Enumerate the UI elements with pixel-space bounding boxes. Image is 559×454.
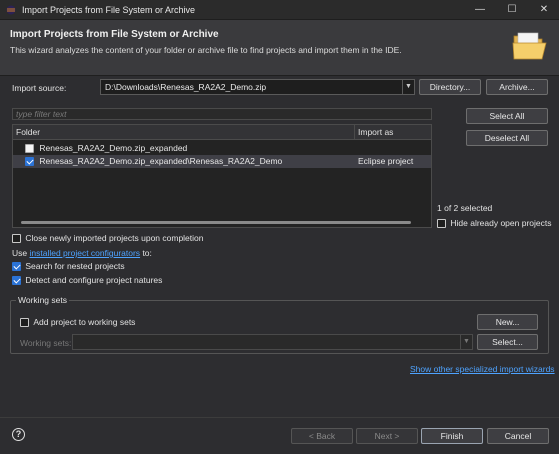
finish-button[interactable]: Finish [421,428,483,444]
detect-natures-option[interactable]: Detect and configure project natures [12,275,163,286]
close-button[interactable]: ✕ [529,0,559,20]
chevron-down-icon[interactable]: ▼ [402,80,414,94]
back-button[interactable]: < Back [291,428,353,444]
open-folder-icon [512,32,547,60]
select-all-button[interactable]: Select All [466,108,548,124]
working-sets-label: Working sets: [20,338,72,348]
hide-open-label: Hide already open projects [450,218,552,228]
hide-open-checkbox[interactable] [437,219,446,229]
chevron-down-icon[interactable]: ▼ [460,335,472,349]
cancel-button[interactable]: Cancel [487,428,549,444]
directory-button[interactable]: Directory... [419,79,481,95]
add-to-working-sets-label: Add project to working sets [33,317,136,327]
title-bar: Import Projects from File System or Arch… [0,0,559,20]
wizard-description: This wizard analyzes the content of your… [10,45,402,55]
row-checkbox[interactable] [25,157,34,167]
table-row[interactable]: Renesas_RA2A2_Demo.zip_expanded [13,142,355,155]
archive-button[interactable]: Archive... [486,79,548,95]
configurators-link[interactable]: installed project configurators [30,248,141,258]
wizard-header: Import Projects from File System or Arch… [0,20,559,76]
configurators-line: Use installed project configurators to: [12,248,152,258]
detect-natures-checkbox[interactable] [12,276,21,286]
row-folder: Renesas_RA2A2_Demo.zip_expanded [39,143,188,153]
close-imported-label: Close newly imported projects upon compl… [25,233,204,243]
deselect-all-button[interactable]: Deselect All [466,130,548,146]
selected-count: 1 of 2 selected [437,203,493,213]
wizard-title: Import Projects from File System or Arch… [10,29,219,40]
maximize-button[interactable]: ☐ [497,0,527,20]
footer-divider [0,417,559,418]
select-working-sets-button[interactable]: Select... [477,334,538,350]
working-sets-combo[interactable]: ▼ [72,334,473,350]
import-source-label: Import source: [12,83,67,93]
search-nested-checkbox[interactable] [12,262,21,272]
help-icon[interactable]: ? [12,428,25,441]
other-import-wizards-link[interactable]: Show other specialized import wizards [410,364,555,374]
use-suffix: to: [142,248,152,258]
horizontal-scrollbar[interactable] [21,221,411,224]
eclipse-app-icon [6,5,16,15]
row-checkbox[interactable] [25,144,34,154]
next-button[interactable]: Next > [356,428,418,444]
projects-table: Folder Import as Renesas_RA2A2_Demo.zip_… [12,124,432,228]
row-folder: Renesas_RA2A2_Demo.zip_expanded\Renesas_… [39,156,283,166]
add-to-working-sets-checkbox[interactable] [20,318,29,328]
minimize-button[interactable]: — [465,0,495,20]
new-working-set-button[interactable]: New... [477,314,538,330]
add-to-working-sets-option[interactable]: Add project to working sets [20,317,136,328]
row-import-as: Eclipse project [358,156,414,166]
filter-input[interactable]: type filter text [12,108,432,120]
import-source-value: D:\Downloads\Renesas_RA2A2_Demo.zip [105,82,267,92]
working-sets-title: Working sets [16,295,69,305]
search-nested-label: Search for nested projects [25,261,125,271]
window-title: Import Projects from File System or Arch… [22,5,196,15]
hide-open-option[interactable]: Hide already open projects [437,218,552,229]
close-imported-checkbox[interactable] [12,234,21,244]
close-imported-option[interactable]: Close newly imported projects upon compl… [12,233,204,244]
column-header-folder[interactable]: Folder [13,125,355,140]
use-prefix: Use [12,248,28,258]
import-source-combo[interactable]: D:\Downloads\Renesas_RA2A2_Demo.zip ▼ [100,79,415,95]
search-nested-option[interactable]: Search for nested projects [12,261,125,272]
detect-natures-label: Detect and configure project natures [25,275,163,285]
column-header-import-as[interactable]: Import as [355,125,431,140]
